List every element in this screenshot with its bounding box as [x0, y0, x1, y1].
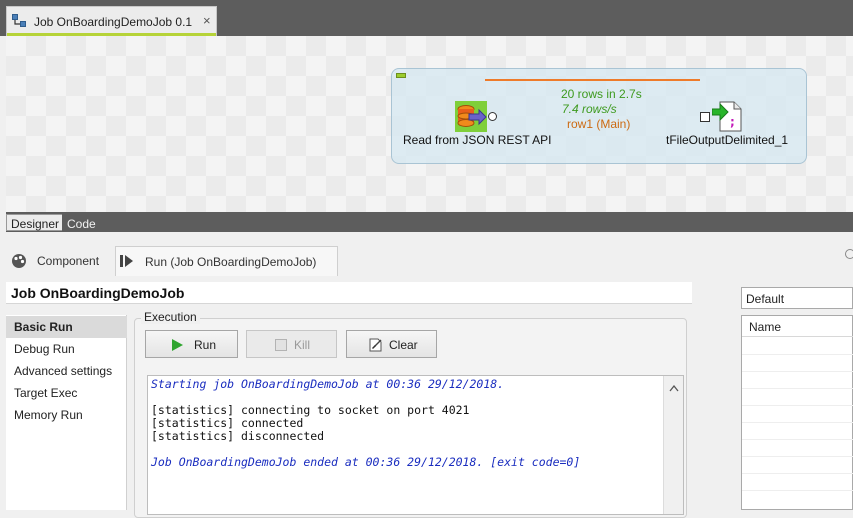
console-line-start: Starting job OnBoardingDemoJob at 00:36 … [151, 377, 505, 391]
svg-text:;: ; [730, 115, 735, 129]
source-component[interactable] [455, 101, 487, 132]
tab-component[interactable]: Component [6, 246, 112, 276]
source-component-label: Read from JSON REST API [403, 133, 552, 147]
menu-item-debug-run[interactable]: Debug Run [6, 338, 127, 360]
tab-run-label: Run (Job OnBoardingDemoJob) [145, 255, 317, 269]
table-row[interactable] [742, 355, 853, 372]
component-icon [10, 252, 28, 273]
console-line-disconnected: [statistics] disconnected [151, 429, 325, 443]
console-output[interactable]: Starting job OnBoardingDemoJob at 00:36 … [147, 375, 684, 515]
console-line-connected: [statistics] connected [151, 416, 304, 430]
stop-icon [275, 339, 287, 354]
clear-console-icon [369, 338, 383, 355]
menu-item-basic-run[interactable]: Basic Run [6, 316, 127, 338]
json-rest-input-icon [455, 101, 487, 132]
run-button-label: Run [194, 338, 217, 352]
file-output-delimited-icon: ; [711, 101, 742, 132]
input-connector[interactable] [700, 112, 710, 122]
tab-code[interactable]: Code [62, 214, 101, 231]
console-line-connecting: [statistics] connecting to socket on por… [151, 403, 470, 417]
run-mode-menu: Basic Run Debug Run Advanced settings Ta… [6, 315, 127, 510]
subjob-collapse-handle[interactable] [396, 73, 406, 78]
run-view-icon [120, 254, 134, 271]
play-icon [172, 339, 183, 354]
link-rate-stat: 7.4 rows/s [562, 102, 617, 116]
editor-tab-title: Job OnBoardingDemoJob 0.1 [34, 15, 193, 29]
main-row-link[interactable] [485, 79, 700, 81]
tab-designer[interactable]: Designer [6, 214, 65, 231]
console-scrollbar[interactable] [663, 376, 683, 514]
table-row[interactable] [742, 440, 853, 457]
job-icon [12, 14, 27, 28]
table-row[interactable] [742, 389, 853, 406]
tab-run[interactable]: Run (Job OnBoardingDemoJob) [115, 246, 338, 276]
target-component-label: tFileOutputDelimited_1 [666, 133, 789, 147]
page-title: Job OnBoardingDemoJob [11, 285, 185, 301]
clear-button[interactable]: Clear [346, 330, 437, 358]
menu-item-target-exec[interactable]: Target Exec [6, 382, 127, 404]
chevron-up-icon[interactable] [669, 381, 679, 395]
context-table-header[interactable]: Name [742, 316, 853, 337]
context-table[interactable]: Name [741, 315, 853, 510]
designer-code-switcher: Designer Code [6, 212, 853, 232]
kill-button[interactable]: Kill [246, 330, 337, 358]
table-row[interactable] [742, 423, 853, 440]
context-select-value: Default [746, 292, 785, 306]
subjob-container[interactable] [391, 68, 807, 164]
panel-close-icon[interactable] [845, 249, 853, 259]
execution-legend: Execution [141, 310, 200, 324]
clear-button-label: Clear [389, 338, 418, 352]
table-row[interactable] [742, 406, 853, 423]
output-connector[interactable] [488, 112, 497, 121]
table-row[interactable] [742, 372, 853, 389]
table-row[interactable] [742, 474, 853, 491]
context-select[interactable]: Default [741, 287, 853, 309]
link-rows-stat: 20 rows in 2.7s [561, 87, 642, 101]
tab-component-label: Component [37, 254, 100, 268]
table-row[interactable] [742, 457, 853, 474]
target-component[interactable]: ; [711, 101, 742, 132]
console-line-end: Job OnBoardingDemoJob ended at 00:36 29/… [151, 455, 581, 469]
menu-item-advanced-settings[interactable]: Advanced settings [6, 360, 127, 382]
run-button[interactable]: Run [145, 330, 238, 358]
menu-item-memory-run[interactable]: Memory Run [6, 404, 127, 426]
panel-tab-bar: Component Run (Job OnBoardingDemoJob) [0, 232, 853, 276]
close-icon[interactable]: × [203, 13, 211, 28]
editor-tab-job[interactable]: Job OnBoardingDemoJob 0.1 × [6, 6, 217, 36]
run-view-header: Job OnBoardingDemoJob [6, 282, 692, 304]
column-header-name: Name [749, 320, 782, 334]
table-row[interactable] [742, 338, 853, 355]
kill-button-label: Kill [294, 338, 311, 352]
link-name-label: row1 (Main) [567, 117, 631, 131]
